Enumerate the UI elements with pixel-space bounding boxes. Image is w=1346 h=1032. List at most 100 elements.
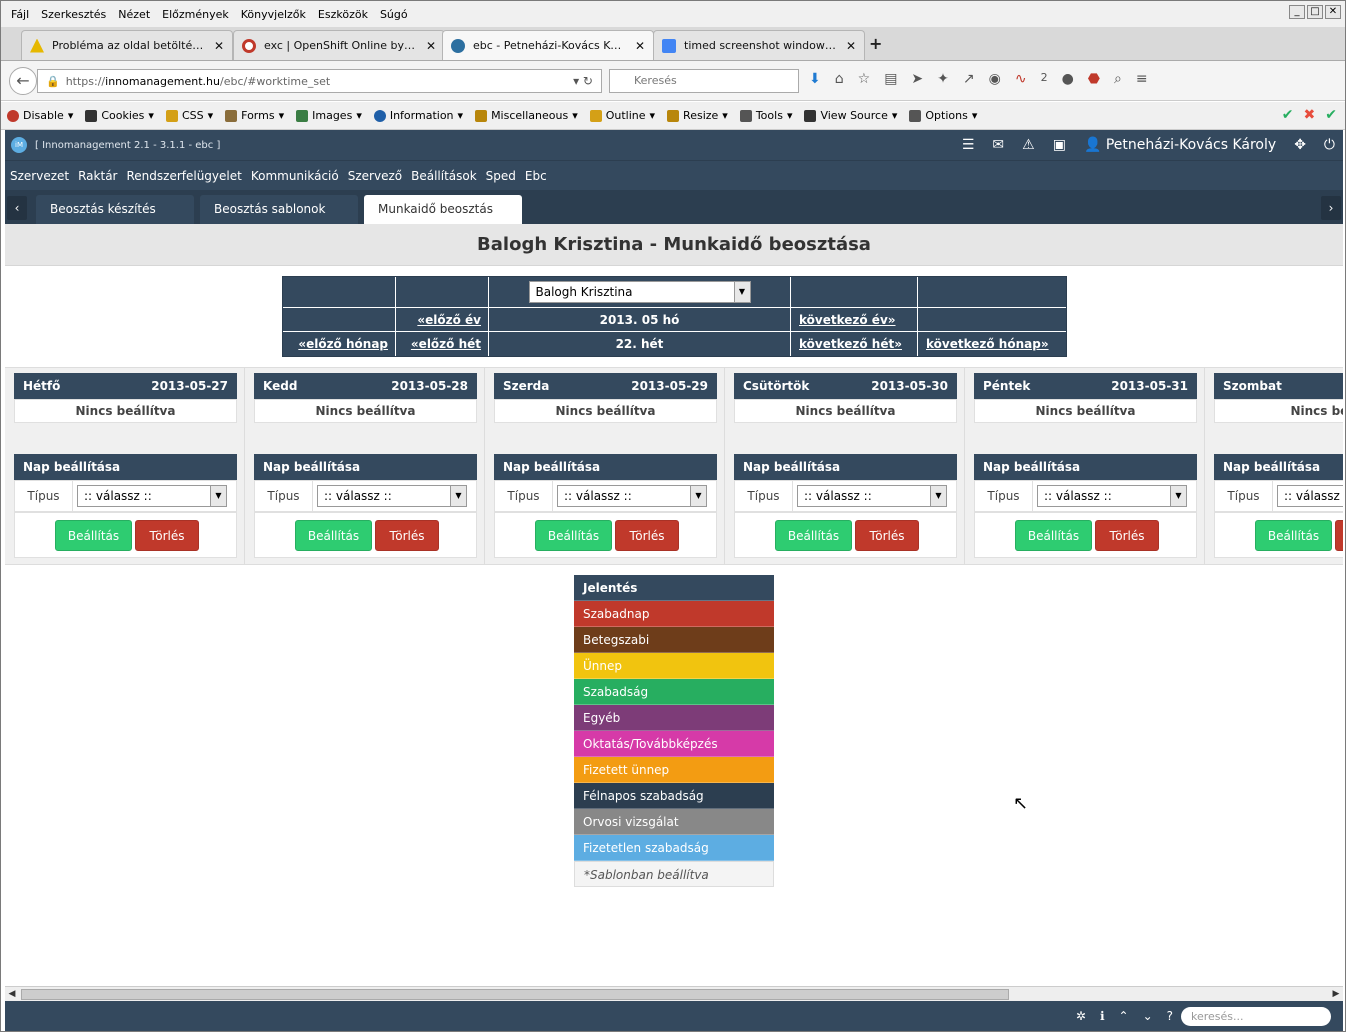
set-button[interactable]: Beállítás [1015,520,1092,551]
user-menu[interactable]: 👤 Petneházi-Kovács Károly [1084,137,1276,153]
wd-resize[interactable]: Resize ▾ [667,109,728,122]
help-icon[interactable]: ? [1167,1009,1173,1023]
scroll-right-arrow[interactable]: ▶ [1329,987,1343,1002]
set-button[interactable]: Beállítás [295,520,372,551]
menu-szervezet[interactable]: Szervezet [10,169,69,183]
home-icon[interactable]: ⌂ [835,71,844,87]
close-tab-icon[interactable]: ✕ [426,39,436,53]
checkmark-icon[interactable]: ✔ [1282,107,1294,123]
wd-cookies[interactable]: Cookies ▾ [85,109,154,122]
menu-tools[interactable]: Eszközök [312,8,374,21]
horizontal-scrollbar[interactable]: ◀ ▶ [5,986,1343,1001]
chevron-down-icon[interactable]: ⌄ [1143,1009,1153,1023]
delete-button[interactable]: Törlés [1095,520,1159,551]
delete-button[interactable]: Törlés [375,520,439,551]
bookmark-star-icon[interactable]: ☆ [858,71,871,87]
menu-beallitasok[interactable]: Beállítások [411,169,477,183]
wd-disable[interactable]: Disable ▾ [7,109,73,122]
briefcase-icon[interactable]: ▣ [1053,137,1066,153]
delete-button[interactable]: Törlés [135,520,199,551]
globe-icon[interactable]: ◉ [989,71,1001,87]
menu-view[interactable]: Nézet [112,8,156,21]
wd-css[interactable]: CSS ▾ [165,109,213,122]
magnifier-icon[interactable]: ⌕ [1114,71,1122,87]
menu-sped[interactable]: Sped [486,169,516,183]
reload-icon[interactable]: ▾ ↻ [573,74,593,88]
type-select[interactable]: :: válassz ::▼ [317,485,467,507]
wd-forms[interactable]: Forms ▾ [225,109,284,122]
maximize-button[interactable]: □ [1307,5,1323,19]
extension-icon[interactable]: ✦ [937,71,949,87]
browser-tab-4[interactable]: timed screenshot windows - G... ✕ [653,30,865,60]
close-window-button[interactable]: ✕ [1325,5,1341,19]
tabs-left-arrow[interactable]: ‹ [7,196,27,220]
back-button[interactable]: ← [9,67,37,95]
tabs-right-arrow[interactable]: › [1321,196,1341,220]
type-select[interactable]: :: válassz ::▼ [557,485,707,507]
browser-tab-3-active[interactable]: ebc - Petneházi-Kovács Károl... ✕ [442,30,654,60]
adblock-icon[interactable]: ⬣ [1088,71,1100,87]
menu-ebc[interactable]: Ebc [525,169,547,183]
scroll-left-arrow[interactable]: ◀ [5,987,19,1002]
type-select[interactable]: :: válassz ::▼ [77,485,227,507]
tab-beosztas-sablonok[interactable]: Beosztás sablonok [200,195,358,224]
reading-list-icon[interactable]: ▤ [884,71,897,87]
menu-file[interactable]: Fájl [5,8,35,21]
warning-icon[interactable]: ⚠ [1022,137,1035,153]
fullscreen-icon[interactable]: ✥ [1294,137,1306,153]
set-button[interactable]: Beállítás [775,520,852,551]
prev-week-link[interactable]: «előző hét [411,337,481,351]
set-button[interactable]: Beállítás [55,520,132,551]
close-tab-icon[interactable]: ✕ [635,39,645,53]
error-icon[interactable]: ✖ [1304,107,1316,123]
delete-button[interactable]: Törlés [615,520,679,551]
next-year-link[interactable]: következő év» [799,313,896,327]
chat-icon[interactable]: ● [1062,71,1074,87]
wd-outline[interactable]: Outline ▾ [589,109,655,122]
menu-raktar[interactable]: Raktár [78,169,117,183]
menu-edit[interactable]: Szerkesztés [35,8,112,21]
graph-icon[interactable]: ∿ [1015,71,1027,87]
person-select[interactable]: Balogh Krisztina ▼ [528,281,751,303]
menu-szervezo[interactable]: Szervező [348,169,402,183]
menu-help[interactable]: Súgó [374,8,414,21]
delete-button[interactable]: Törlés [1335,520,1343,551]
hamburger-menu-icon[interactable]: ≡ [1136,71,1148,87]
minimize-button[interactable]: _ [1289,5,1305,19]
power-icon[interactable]: ⏻ [1324,137,1335,153]
type-select[interactable]: :: válassz ::▼ [1037,485,1187,507]
next-week-link[interactable]: következő hét» [799,337,902,351]
checkmark-icon[interactable]: ✔ [1325,107,1337,123]
tab-munkaido-beosztas[interactable]: Munkaidő beosztás [364,195,522,224]
menu-rendszerfelugyelet[interactable]: Rendszerfelügyelet [126,169,241,183]
browser-tab-1[interactable]: Probléma az oldal betöltése k... ✕ [21,30,233,60]
wd-options[interactable]: Options ▾ [909,109,977,122]
close-tab-icon[interactable]: ✕ [214,39,224,53]
type-select[interactable]: :: válassz ::▼ [1277,485,1343,507]
wd-information[interactable]: Information ▾ [373,109,463,122]
menu-history[interactable]: Előzmények [156,8,235,21]
browser-search-input[interactable]: Keresés [609,69,799,93]
wd-view-source[interactable]: View Source ▾ [804,109,897,122]
set-button[interactable]: Beállítás [535,520,612,551]
close-tab-icon[interactable]: ✕ [846,39,856,53]
list-icon[interactable]: ☰ [962,137,975,153]
pin-icon[interactable]: ↗ [963,71,975,87]
type-select[interactable]: :: válassz ::▼ [797,485,947,507]
delete-button[interactable]: Törlés [855,520,919,551]
send-icon[interactable]: ➤ [911,71,923,87]
url-bar[interactable]: 🔒 https:// innomanagement.hu /ebc/#workt… [37,69,602,93]
new-tab-button[interactable]: + [869,34,882,53]
prev-year-link[interactable]: «előző év [417,313,481,327]
browser-tab-2[interactable]: exc | OpenShift Online by Re... ✕ [233,30,445,60]
chevron-up-icon[interactable]: ⌃ [1119,1009,1129,1023]
download-icon[interactable]: ⬇ [809,71,821,87]
menu-bookmarks[interactable]: Könyvjelzők [235,8,312,21]
wd-miscellaneous[interactable]: Miscellaneous ▾ [475,109,578,122]
wd-images[interactable]: Images ▾ [296,109,362,122]
info-icon[interactable]: ℹ [1100,1009,1105,1023]
envelope-icon[interactable]: ✉ [992,137,1004,153]
tab-beosztas-keszites[interactable]: Beosztás készítés [36,195,194,224]
bug-icon[interactable]: ✲ [1076,1009,1086,1023]
footer-search-input[interactable]: keresés... [1181,1007,1331,1026]
